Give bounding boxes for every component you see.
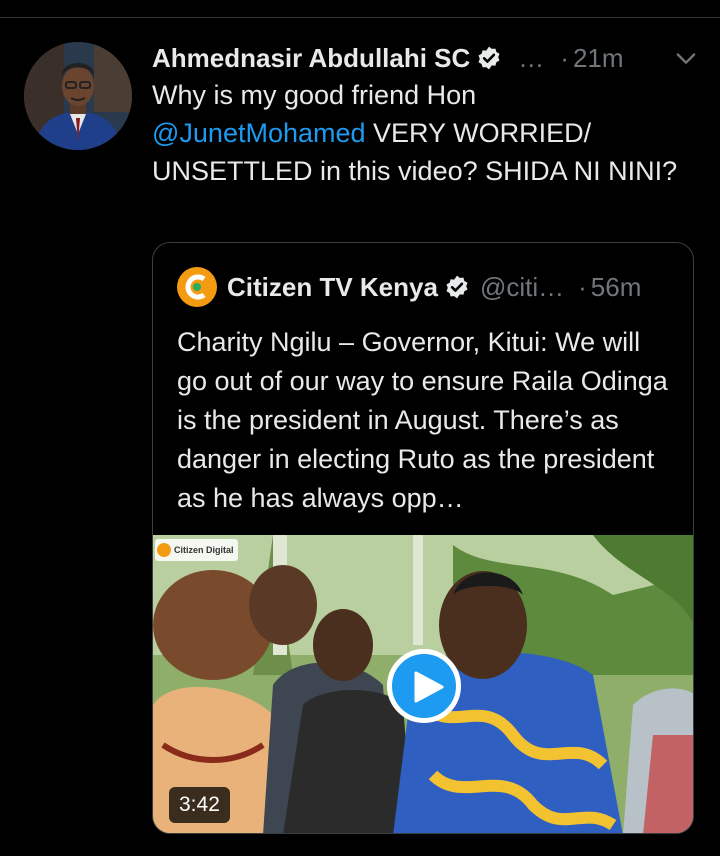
verified-badge-icon bbox=[444, 274, 470, 300]
watermark-mark-icon bbox=[157, 543, 171, 557]
quoted-author-handle[interactable]: @citi… bbox=[480, 272, 564, 303]
separator-dot: · bbox=[578, 271, 587, 302]
timestamp[interactable]: 21m bbox=[573, 43, 624, 74]
mention-link[interactable]: @JunetMohamed bbox=[152, 118, 366, 148]
quoted-tweet-header: Citizen TV Kenya @citi… · 56m bbox=[177, 267, 677, 307]
tweet[interactable]: Ahmednasir Abdullahi SC … · 21m Why is m… bbox=[0, 0, 720, 856]
quoted-tweet-text: Charity Ngilu – Governor, Kitui: We will… bbox=[177, 327, 668, 513]
tweet-text: Why is my good friend Hon @JunetMohamed … bbox=[152, 76, 682, 190]
chevron-down-icon[interactable] bbox=[672, 44, 700, 72]
quoted-author-name[interactable]: Citizen TV Kenya bbox=[227, 272, 438, 303]
video-duration: 3:42 bbox=[169, 787, 230, 823]
play-icon bbox=[414, 671, 444, 703]
quoted-timestamp[interactable]: 56m bbox=[591, 272, 642, 303]
tweet-text-part: Why is my good friend Hon bbox=[152, 80, 477, 110]
author-name[interactable]: Ahmednasir Abdullahi SC bbox=[152, 43, 470, 74]
author-handle[interactable]: … bbox=[518, 43, 544, 74]
tweet-header: Ahmednasir Abdullahi SC … · 21m bbox=[152, 38, 700, 78]
separator-dot: · bbox=[560, 42, 569, 73]
play-button[interactable] bbox=[387, 649, 461, 723]
citizen-tv-logo-icon[interactable] bbox=[177, 267, 217, 307]
video-player[interactable]: Citizen Digital 3:42 bbox=[153, 535, 693, 833]
watermark-logo: Citizen Digital bbox=[155, 539, 238, 561]
quoted-tweet[interactable]: Citizen TV Kenya @citi… · 56m Charity Ng… bbox=[152, 242, 694, 834]
watermark-text: Citizen Digital bbox=[174, 544, 234, 555]
avatar[interactable] bbox=[24, 42, 132, 150]
verified-badge-icon bbox=[476, 45, 502, 71]
